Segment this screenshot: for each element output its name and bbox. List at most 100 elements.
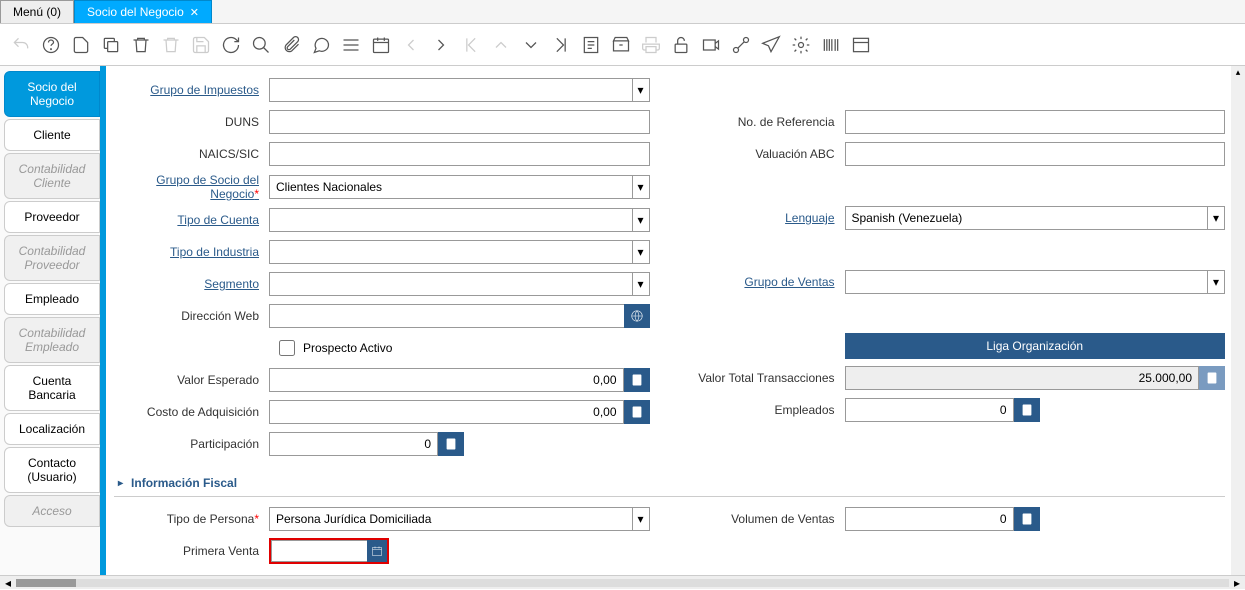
calculator-icon[interactable] xyxy=(624,400,650,424)
sidebar-item-4: Contabilidad Proveedor xyxy=(4,235,100,281)
tipo-persona-input[interactable] xyxy=(269,507,632,531)
globe-icon[interactable] xyxy=(624,304,650,328)
section-informacion-fiscal[interactable]: ▸ Información Fiscal xyxy=(114,470,1225,497)
prev-icon[interactable] xyxy=(400,34,422,56)
segmento-select[interactable]: ▾ xyxy=(269,272,650,296)
calendar-icon[interactable] xyxy=(367,540,387,562)
tipo-cuenta-input[interactable] xyxy=(269,208,632,232)
help-icon[interactable] xyxy=(40,34,62,56)
tipo-persona-select[interactable]: ▾ xyxy=(269,507,650,531)
chevron-down-icon[interactable]: ▾ xyxy=(632,272,650,296)
lenguaje-input[interactable] xyxy=(845,206,1208,230)
chevron-down-icon[interactable]: ▾ xyxy=(632,208,650,232)
grupo-socio-select[interactable]: ▾ xyxy=(269,175,650,199)
undo-icon[interactable] xyxy=(10,34,32,56)
primera-venta-field[interactable] xyxy=(269,538,389,564)
sidebar-item-9[interactable]: Contacto (Usuario) xyxy=(4,447,100,493)
gear-icon[interactable] xyxy=(790,34,812,56)
barcode-icon[interactable] xyxy=(820,34,842,56)
segmento-label[interactable]: Segmento xyxy=(114,277,269,291)
chevron-down-icon[interactable]: ▾ xyxy=(1207,206,1225,230)
print-icon[interactable] xyxy=(640,34,662,56)
attach-icon[interactable] xyxy=(280,34,302,56)
delete2-icon[interactable] xyxy=(160,34,182,56)
delete-icon[interactable] xyxy=(130,34,152,56)
vertical-scrollbar[interactable]: ▴ xyxy=(1231,66,1245,575)
sidebar-item-7[interactable]: Cuenta Bancaria xyxy=(4,365,100,411)
empleados-label: Empleados xyxy=(690,403,845,417)
search-icon[interactable] xyxy=(250,34,272,56)
grid-icon[interactable] xyxy=(340,34,362,56)
up-icon[interactable] xyxy=(490,34,512,56)
grupo-ventas-label[interactable]: Grupo de Ventas xyxy=(690,275,845,289)
prospecto-checkbox[interactable] xyxy=(279,340,295,356)
tab-socio-label: Socio del Negocio xyxy=(87,5,184,19)
refresh-icon[interactable] xyxy=(220,34,242,56)
tipo-cuenta-label[interactable]: Tipo de Cuenta xyxy=(114,213,269,227)
calculator-icon[interactable] xyxy=(1014,507,1040,531)
grupo-impuestos-label[interactable]: Grupo de Impuestos xyxy=(114,83,269,97)
workflow-icon[interactable] xyxy=(730,34,752,56)
no-ref-input[interactable] xyxy=(845,110,1226,134)
lenguaje-label[interactable]: Lenguaje xyxy=(690,211,845,225)
liga-organizacion-button[interactable]: Liga Organización xyxy=(845,333,1226,359)
sidebar-item-1[interactable]: Cliente xyxy=(4,119,100,151)
grupo-ventas-input[interactable] xyxy=(845,270,1208,294)
form-icon[interactable] xyxy=(850,34,872,56)
duns-input[interactable] xyxy=(269,110,650,134)
copy-icon[interactable] xyxy=(100,34,122,56)
calculator-icon[interactable] xyxy=(624,368,650,392)
tab-menu[interactable]: Menú (0) xyxy=(0,0,74,23)
chevron-down-icon[interactable]: ▾ xyxy=(632,240,650,264)
last-icon[interactable] xyxy=(550,34,572,56)
tipo-industria-input[interactable] xyxy=(269,240,632,264)
grupo-impuestos-select[interactable]: ▾ xyxy=(269,78,650,102)
lenguaje-select[interactable]: ▾ xyxy=(845,206,1226,230)
archive-icon[interactable] xyxy=(610,34,632,56)
segmento-input[interactable] xyxy=(269,272,632,296)
chat-icon[interactable] xyxy=(310,34,332,56)
volumen-ventas-input[interactable] xyxy=(845,507,1014,531)
close-icon[interactable]: ✕ xyxy=(190,6,199,19)
section-title: Información Fiscal xyxy=(131,476,237,490)
sidebar-item-10: Acceso xyxy=(4,495,100,527)
valuacion-abc-input[interactable] xyxy=(845,142,1226,166)
sidebar-item-8[interactable]: Localización xyxy=(4,413,100,445)
sidebar-item-0[interactable]: Socio del Negocio xyxy=(4,71,100,117)
zoom-icon[interactable] xyxy=(700,34,722,56)
save-icon[interactable] xyxy=(190,34,212,56)
sidebar-item-3[interactable]: Proveedor xyxy=(4,201,100,233)
lock-icon[interactable] xyxy=(670,34,692,56)
content-area: Grupo de Impuestos ▾ DUNS NAICS/SIC xyxy=(106,66,1245,589)
valor-esperado-input[interactable] xyxy=(269,368,624,392)
calculator-icon[interactable] xyxy=(1014,398,1040,422)
calendar-icon[interactable] xyxy=(370,34,392,56)
grupo-ventas-select[interactable]: ▾ xyxy=(845,270,1226,294)
next-icon[interactable] xyxy=(430,34,452,56)
primera-venta-input[interactable] xyxy=(271,540,367,562)
tipo-cuenta-select[interactable]: ▾ xyxy=(269,208,650,232)
costo-adq-input[interactable] xyxy=(269,400,624,424)
down-icon[interactable] xyxy=(520,34,542,56)
new-icon[interactable] xyxy=(70,34,92,56)
calculator-icon[interactable] xyxy=(438,432,464,456)
tab-socio-negocio[interactable]: Socio del Negocio ✕ xyxy=(74,0,212,23)
tipo-industria-select[interactable]: ▾ xyxy=(269,240,650,264)
direccion-web-input[interactable] xyxy=(269,304,624,328)
chevron-down-icon[interactable]: ▾ xyxy=(632,78,650,102)
report-icon[interactable] xyxy=(580,34,602,56)
tipo-industria-label[interactable]: Tipo de Industria xyxy=(114,245,269,259)
horizontal-scrollbar[interactable]: ◂ ▸ xyxy=(0,575,1245,589)
empleados-input[interactable] xyxy=(845,398,1014,422)
chevron-down-icon[interactable]: ▾ xyxy=(632,507,650,531)
naics-input[interactable] xyxy=(269,142,650,166)
grupo-impuestos-input[interactable] xyxy=(269,78,632,102)
sidebar-item-5[interactable]: Empleado xyxy=(4,283,100,315)
first-icon[interactable] xyxy=(460,34,482,56)
chevron-down-icon[interactable]: ▾ xyxy=(632,175,650,199)
grupo-socio-input[interactable] xyxy=(269,175,632,199)
send-icon[interactable] xyxy=(760,34,782,56)
grupo-socio-label[interactable]: Grupo de Socio del Negocio* xyxy=(114,173,269,201)
chevron-down-icon[interactable]: ▾ xyxy=(1207,270,1225,294)
participacion-input[interactable] xyxy=(269,432,438,456)
